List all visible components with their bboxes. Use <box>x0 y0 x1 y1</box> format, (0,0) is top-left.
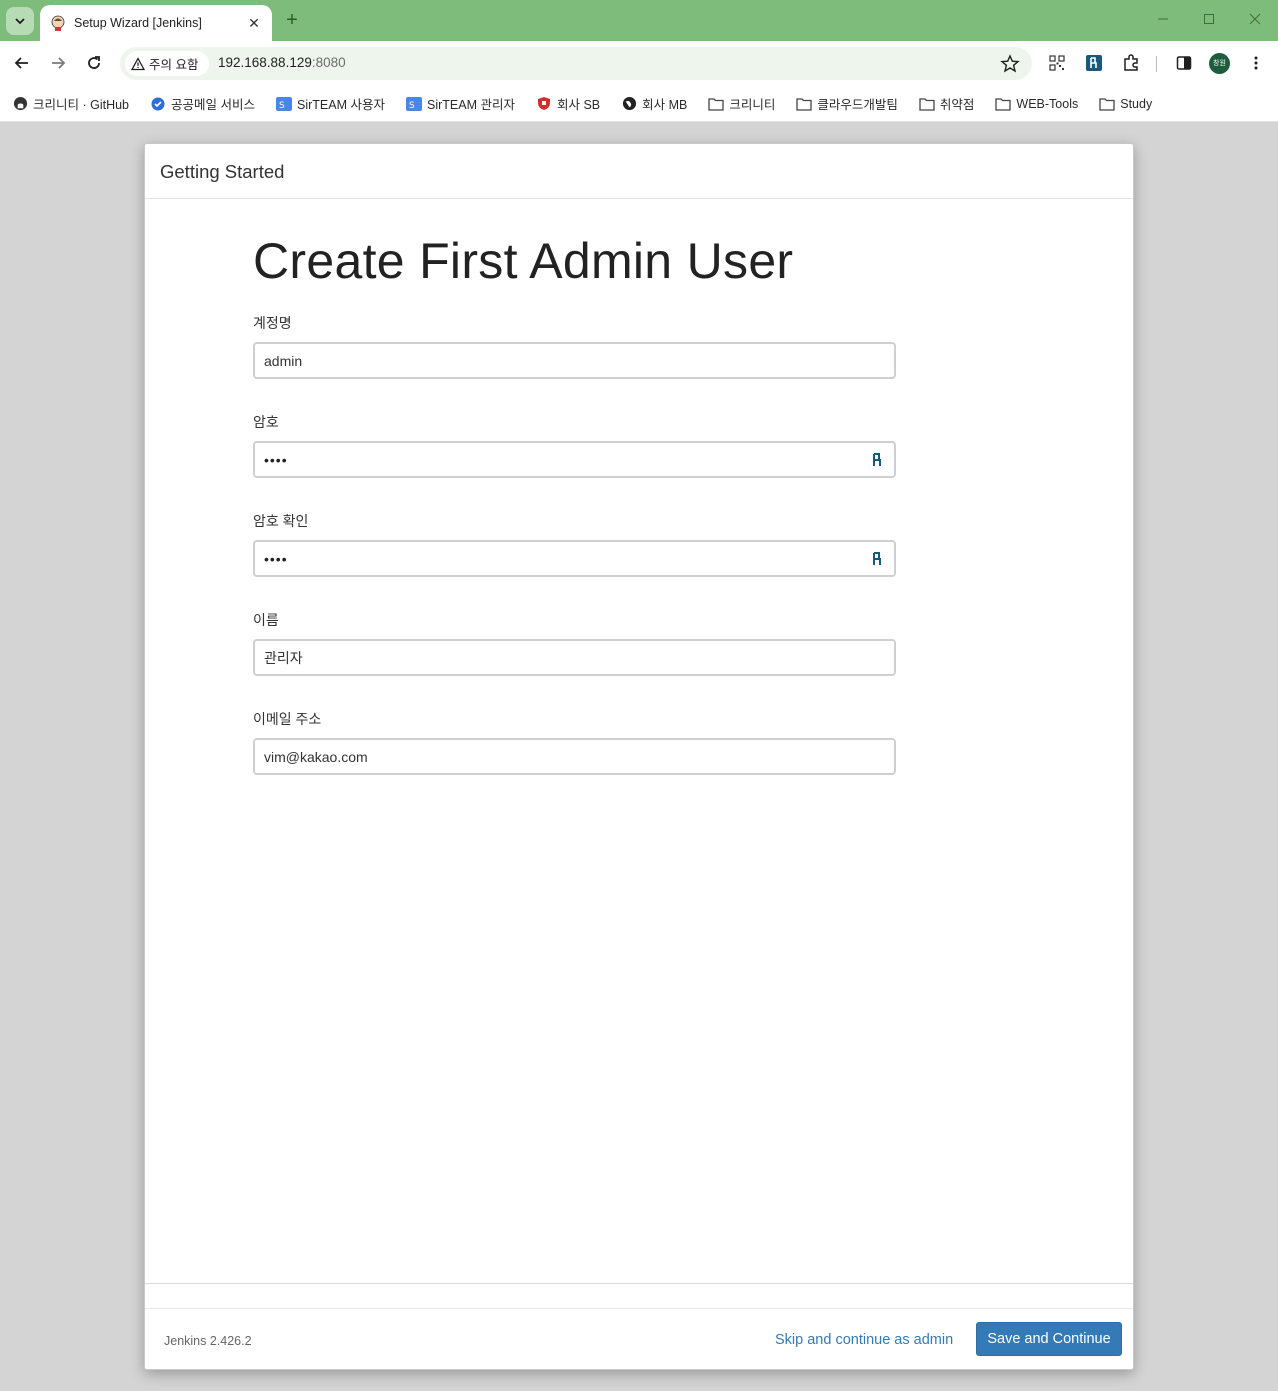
username-input[interactable] <box>264 352 885 369</box>
bookmarks-bar: 크리니티 · GitHub 공공메일 서비스 S SirTEAM 사용자 S S… <box>0 86 1278 122</box>
window-close-icon[interactable] <box>1243 8 1267 32</box>
arrow-left-icon <box>14 57 28 69</box>
email-label: 이메일 주소 <box>253 711 322 727</box>
bitwarden-autofill-icon[interactable] <box>871 452 885 467</box>
jenkins-version: Jenkins 2.426.2 <box>164 1334 252 1348</box>
jenkins-favicon-icon <box>51 15 65 31</box>
password-confirm-label: 암호 확인 <box>253 513 309 529</box>
active-tab[interactable]: Setup Wizard [Jenkins] ✕ <box>40 5 272 41</box>
bookmark-label: 공공메일 서비스 <box>171 98 255 112</box>
bookmark-label: SirTEAM 관리자 <box>426 98 515 112</box>
github-icon <box>12 96 28 112</box>
shield-icon <box>536 96 552 112</box>
bookmark-label: 회사 MB <box>642 98 688 112</box>
bookmark-item[interactable]: S SirTEAM 사용자 <box>276 94 385 113</box>
bookmark-label: 크리니티 <box>729 98 776 112</box>
sirteam-icon: S <box>276 96 292 112</box>
reload-button[interactable] <box>81 50 107 76</box>
bookmark-item[interactable]: 회사 SB <box>536 94 600 113</box>
folder-icon <box>796 96 813 112</box>
warning-triangle-icon <box>131 56 145 70</box>
verified-badge-icon <box>150 96 166 112</box>
bookmark-label: Study <box>1120 96 1153 111</box>
bookmark-star-icon[interactable] <box>1000 54 1020 74</box>
tab-title: Setup Wizard [Jenkins] <box>74 16 202 30</box>
bookmark-folder[interactable]: 클라우드개발팀 <box>796 94 898 113</box>
new-tab-button[interactable]: + <box>282 10 302 30</box>
bookmark-folder[interactable]: 취약점 <box>919 94 975 113</box>
security-chip-label: 주의 요함 <box>149 58 199 72</box>
fullname-field[interactable] <box>253 639 896 676</box>
dialog-header: Getting Started <box>145 144 1133 199</box>
content-divider <box>145 1283 1133 1284</box>
email-input[interactable] <box>264 748 885 765</box>
password-field[interactable]: •••• <box>253 441 896 478</box>
bookmark-item[interactable]: 회사 MB <box>621 94 687 113</box>
bookmark-folder[interactable]: 크리니티 <box>708 94 775 113</box>
fullname-input[interactable] <box>264 649 885 666</box>
folder-icon <box>708 96 725 112</box>
minimize-icon[interactable] <box>1151 8 1175 32</box>
globe-icon <box>621 96 637 112</box>
bookmark-label: SirTEAM 사용자 <box>297 98 385 112</box>
skip-continue-link[interactable]: Skip and continue as admin <box>775 1332 953 1348</box>
fullname-label: 이름 <box>253 612 279 628</box>
password-label: 암호 <box>253 414 279 430</box>
email-field[interactable] <box>253 738 896 775</box>
url-text[interactable]: 192.168.88.129:8080 <box>218 55 346 70</box>
bookmark-item[interactable]: 크리니티 · GitHub <box>12 94 129 113</box>
folder-icon <box>1099 96 1115 112</box>
svg-text:S: S <box>409 101 415 111</box>
username-label: 계정명 <box>253 315 292 331</box>
password-input[interactable]: •••• <box>264 452 871 468</box>
url-host: 192.168.88.129 <box>218 55 312 70</box>
side-panel-icon[interactable] <box>1173 52 1195 74</box>
browser-toolbar: 주의 요함 192.168.88.129:8080 창원 <box>0 41 1278 86</box>
save-and-continue-button[interactable]: Save and Continue <box>976 1322 1122 1356</box>
more-menu-icon[interactable] <box>1245 52 1267 74</box>
back-button[interactable] <box>9 50 35 76</box>
bitwarden-extension-icon[interactable] <box>1083 52 1105 74</box>
forward-button[interactable] <box>45 50 71 76</box>
bookmark-label: 크리니티 · GitHub <box>33 98 130 112</box>
tab-close-icon[interactable]: ✕ <box>246 15 262 32</box>
qr-code-icon[interactable] <box>1046 52 1068 74</box>
bookmark-folder[interactable]: Study <box>1099 96 1152 112</box>
chevron-down-icon <box>15 18 25 25</box>
profile-avatar[interactable]: 창원 <box>1209 53 1230 74</box>
extensions-puzzle-icon[interactable] <box>1120 52 1142 74</box>
bookmark-folder[interactable]: WEB-Tools <box>995 96 1078 112</box>
reload-icon <box>88 56 100 69</box>
bookmark-label: 클라우드개발팀 <box>817 98 898 112</box>
bookmark-label: 회사 SB <box>556 98 601 112</box>
footer-divider <box>145 1308 1133 1309</box>
svg-text:S: S <box>279 101 285 111</box>
folder-icon <box>919 96 935 112</box>
password-confirm-field[interactable]: •••• <box>253 540 896 577</box>
address-bar[interactable]: 주의 요함 192.168.88.129:8080 <box>120 47 1032 80</box>
bitwarden-autofill-icon[interactable] <box>871 551 885 566</box>
sirteam-icon: S <box>405 96 422 112</box>
folder-icon <box>995 96 1012 112</box>
bookmark-label: 취약점 <box>939 98 975 112</box>
bookmark-item[interactable]: S SirTEAM 관리자 <box>405 94 515 113</box>
security-chip[interactable]: 주의 요함 <box>125 51 209 76</box>
arrow-right-icon <box>52 57 66 69</box>
dialog-header-title: Getting Started <box>160 161 285 182</box>
page-title: Create First Admin User <box>253 233 794 289</box>
maximize-icon[interactable] <box>1197 8 1221 32</box>
username-field[interactable] <box>253 342 896 379</box>
password-confirm-input[interactable]: •••• <box>264 551 871 567</box>
setup-wizard-dialog: Getting Started Create First Admin User … <box>144 143 1134 1370</box>
tab-search-button[interactable] <box>6 7 34 35</box>
bookmark-item[interactable]: 공공메일 서비스 <box>150 94 255 113</box>
tab-bar: Setup Wizard [Jenkins] ✕ + <box>0 0 1278 41</box>
url-port: :8080 <box>311 55 346 70</box>
toolbar-separator <box>1156 56 1157 72</box>
bookmark-label: WEB-Tools <box>1016 96 1079 111</box>
